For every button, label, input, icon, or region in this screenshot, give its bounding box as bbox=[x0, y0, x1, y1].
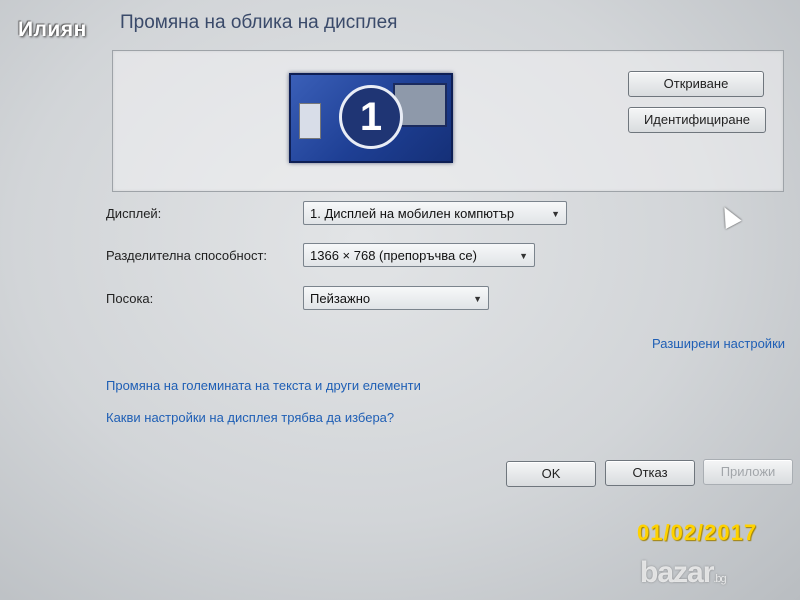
logo-suffix: .bg bbox=[713, 573, 726, 585]
watermark-name: Илиян bbox=[18, 18, 87, 41]
bazar-logo: bazar.bg bbox=[640, 556, 727, 590]
resolution-label: Разделителна способност: bbox=[106, 248, 268, 263]
chevron-down-icon: ▼ bbox=[519, 251, 528, 261]
monitor-desktop-preview-left bbox=[299, 103, 321, 139]
orientation-select-value: Пейзажно bbox=[310, 291, 371, 306]
resolution-select-value: 1366 × 768 (препоръчва се) bbox=[310, 248, 477, 263]
orientation-select[interactable]: Пейзажно ▼ bbox=[303, 286, 489, 310]
orientation-label: Посока: bbox=[106, 291, 154, 306]
display-help-link[interactable]: Какви настройки на дисплея трябва да изб… bbox=[106, 410, 394, 425]
monitor-thumbnail[interactable]: 1 bbox=[289, 73, 453, 163]
page-title: Промяна на облика на дисплея bbox=[120, 12, 398, 33]
cancel-button[interactable]: Отказ bbox=[605, 460, 695, 486]
resolution-select[interactable]: 1366 × 768 (препоръчва се) ▼ bbox=[303, 243, 535, 267]
mouse-pointer-icon bbox=[716, 202, 742, 230]
photo-date-stamp: 01/02/2017 bbox=[637, 520, 758, 545]
advanced-settings-link[interactable]: Разширени настройки bbox=[652, 336, 785, 351]
apply-button[interactable]: Приложи bbox=[703, 459, 793, 485]
text-size-link[interactable]: Промяна на големината на текста и други … bbox=[106, 378, 421, 393]
chevron-down-icon: ▼ bbox=[551, 209, 560, 219]
detect-button[interactable]: Откриване bbox=[628, 71, 764, 97]
identify-button[interactable]: Идентифициране bbox=[628, 107, 766, 133]
display-select[interactable]: 1. Дисплей на мобилен компютър ▼ bbox=[303, 201, 567, 225]
logo-text: bazar bbox=[640, 556, 714, 589]
display-label: Дисплей: bbox=[106, 206, 162, 221]
display-preview-panel: 1 Откриване Идентифициране bbox=[112, 50, 784, 192]
ok-button[interactable]: OK bbox=[506, 461, 596, 487]
monitor-number-badge: 1 bbox=[339, 85, 403, 149]
display-select-value: 1. Дисплей на мобилен компютър bbox=[310, 206, 515, 221]
chevron-down-icon: ▼ bbox=[473, 294, 482, 304]
